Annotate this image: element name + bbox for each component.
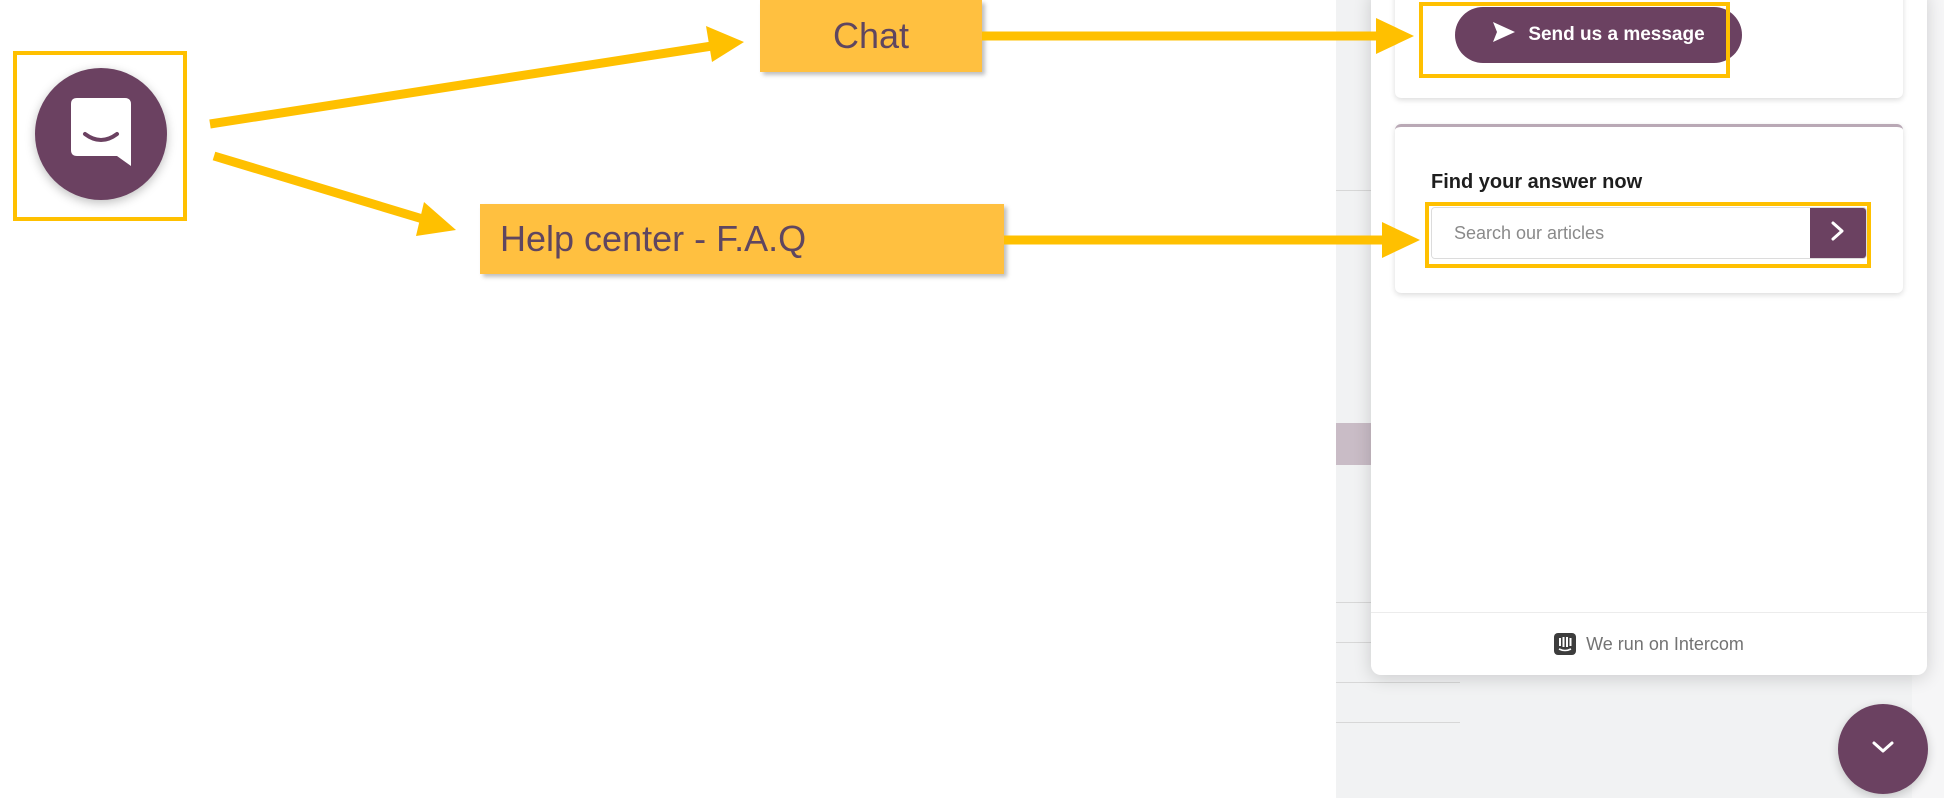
chat-bubble-smile-icon [69, 96, 133, 173]
help-card-title: Find your answer now [1431, 171, 1643, 193]
search-highlight [1425, 202, 1871, 268]
chevron-down-icon [1869, 738, 1897, 761]
screenshot-stage: Send us a message Find your answer now S… [0, 0, 1944, 798]
chat-callout-label: Chat [832, 15, 910, 56]
background-divider [1336, 682, 1460, 683]
chat-callout: Chat [760, 0, 982, 72]
launcher-to-help-arrow [212, 151, 428, 225]
messenger-footer[interactable]: We run on Intercom [1371, 612, 1927, 675]
arrowhead [706, 26, 744, 62]
launcher-to-chat-arrow [209, 41, 713, 129]
intercom-messenger: Send us a message Find your answer now S… [1371, 0, 1927, 675]
background-divider [1336, 722, 1460, 723]
arrowhead [416, 202, 456, 236]
footer-text: We run on Intercom [1586, 633, 1744, 654]
help-callout-label: Help center - F.A.Q [500, 218, 807, 259]
help-center-callout: Help center - F.A.Q [480, 204, 1004, 274]
send-button-highlight [1419, 2, 1730, 78]
messenger-collapse-button[interactable] [1838, 704, 1928, 794]
intercom-logo-icon [1554, 633, 1577, 655]
intercom-launcher-button[interactable] [35, 68, 167, 200]
